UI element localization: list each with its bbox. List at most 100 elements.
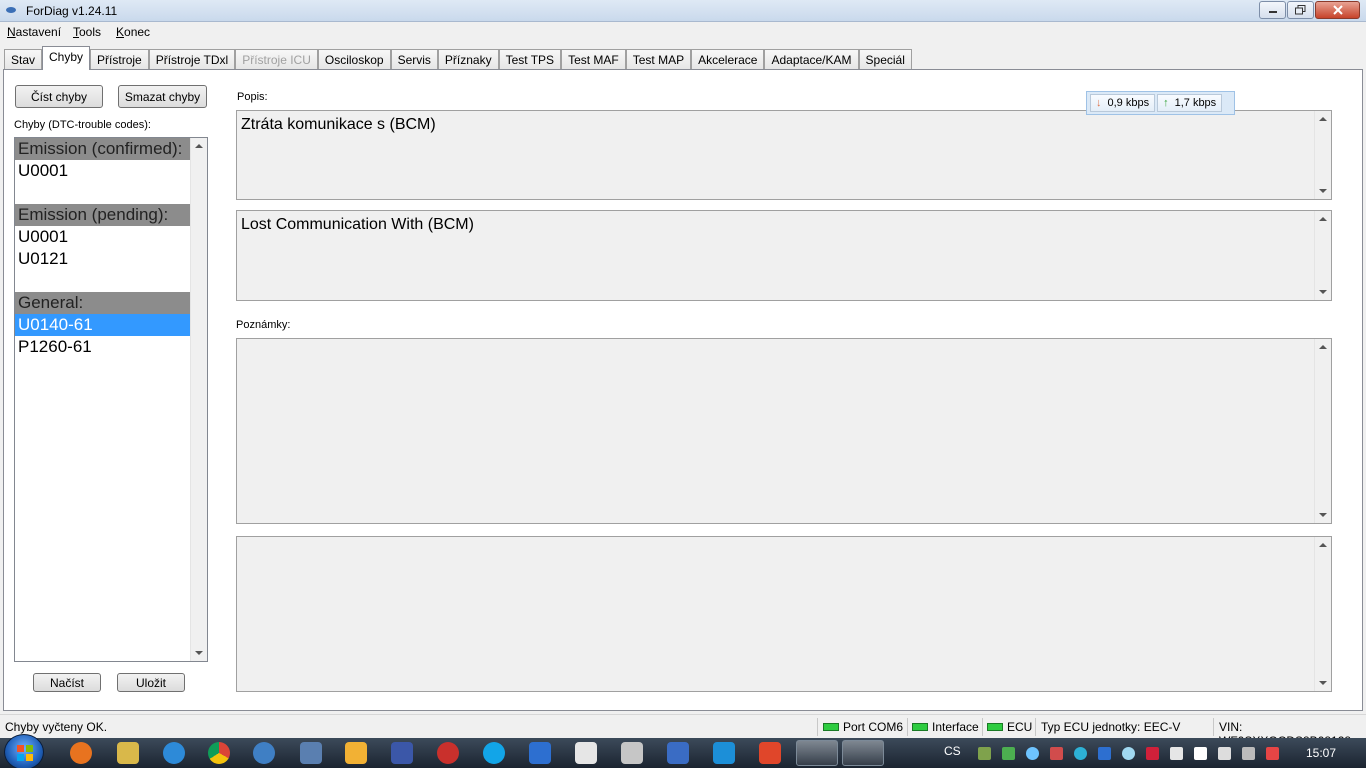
tab-akcelerace[interactable]: Akcelerace <box>691 49 765 70</box>
scroll-down-icon[interactable] <box>195 651 203 655</box>
menu-label: astavení <box>15 25 62 39</box>
tab-test-tps[interactable]: Test TPS <box>498 49 562 70</box>
battery-icon[interactable] <box>1218 747 1231 760</box>
description-czech-box[interactable]: Ztráta komunikace s (BCM) <box>236 110 1332 200</box>
tray-app-icon[interactable] <box>1170 747 1183 760</box>
wifi-icon[interactable] <box>1026 747 1039 760</box>
tab-strip: Stav Chyby Přístroje Přístroje TDxl Přís… <box>4 46 912 70</box>
interface-led-icon <box>912 723 928 731</box>
internet-explorer-icon[interactable] <box>163 742 185 764</box>
clock[interactable]: 15:07 <box>1306 746 1336 760</box>
dtc-code-item[interactable]: U0001 <box>15 160 190 182</box>
restore-button[interactable] <box>1287 1 1314 19</box>
notes-scrollbar[interactable] <box>1314 339 1331 523</box>
app-pin-icon[interactable] <box>253 742 275 764</box>
save-disk-icon[interactable] <box>391 742 413 764</box>
tab-pristroje-tdxl[interactable]: Přístroje TDxl <box>148 49 236 70</box>
save-button[interactable]: Uložit <box>117 673 185 692</box>
scroll-down-icon[interactable] <box>1319 681 1327 685</box>
extra-notes-scrollbar[interactable] <box>1314 537 1331 691</box>
scroll-down-icon[interactable] <box>1319 189 1327 193</box>
menu-konec[interactable]: Konec <box>116 25 150 39</box>
description-english-scrollbar[interactable] <box>1314 211 1331 300</box>
tray-app-icon[interactable] <box>1002 747 1015 760</box>
download-arrow-icon: ↓ <box>1096 97 1102 109</box>
chrome-icon[interactable] <box>208 742 230 764</box>
window-controls <box>1258 1 1360 19</box>
menu-accelerator: K <box>116 25 125 39</box>
tray-app-icon[interactable] <box>978 747 991 760</box>
firefox-icon[interactable] <box>70 742 92 764</box>
dtc-code-item[interactable]: P1260-61 <box>15 336 190 358</box>
upload-arrow-icon: ↑ <box>1163 97 1169 109</box>
scroll-up-icon[interactable] <box>1319 117 1327 121</box>
volume-muted-icon[interactable] <box>1266 747 1279 760</box>
scroll-up-icon[interactable] <box>1319 345 1327 349</box>
app-pin-icon[interactable] <box>759 742 781 764</box>
tab-stav[interactable]: Stav <box>4 49 43 70</box>
language-indicator[interactable]: CS <box>944 744 961 758</box>
load-button[interactable]: Načíst <box>33 673 101 692</box>
tab-test-map[interactable]: Test MAP <box>625 49 692 70</box>
app-pin-icon[interactable] <box>437 742 459 764</box>
menu-label: onec <box>124 25 151 39</box>
dtc-list-scrollbar[interactable] <box>190 138 207 661</box>
tab-priznaky[interactable]: Příznaky <box>437 49 499 70</box>
dtc-spacer <box>15 270 190 292</box>
minimize-button[interactable] <box>1259 1 1286 19</box>
close-button[interactable] <box>1315 1 1360 19</box>
description-czech-scrollbar[interactable] <box>1314 111 1331 199</box>
scroll-down-icon[interactable] <box>1319 290 1327 294</box>
description-label: Popis: <box>237 91 268 103</box>
app-pin-icon[interactable] <box>117 742 139 764</box>
dtc-list[interactable]: Emission (confirmed): U0001 Emission (pend… <box>14 137 208 662</box>
action-center-flag-icon[interactable] <box>1194 747 1207 760</box>
app-pin-icon[interactable] <box>300 742 322 764</box>
dtc-code-item[interactable]: U0140-61 <box>15 314 190 336</box>
port-indicator: Port COM6 <box>823 720 903 734</box>
status-separator <box>1035 718 1036 736</box>
download-speed: ↓ 0,9 kbps <box>1090 94 1156 112</box>
tab-adaptace-kam[interactable]: Adaptace/KAM <box>764 49 859 70</box>
tab-pristroje[interactable]: Přístroje <box>90 49 149 70</box>
app-pin-icon[interactable] <box>713 742 735 764</box>
menu-tools[interactable]: Tools <box>73 25 101 39</box>
scroll-up-icon[interactable] <box>1319 543 1327 547</box>
start-button[interactable] <box>4 734 44 768</box>
extra-notes-box[interactable] <box>236 536 1332 692</box>
upload-speed-value: 1,7 kbps <box>1174 97 1217 109</box>
tab-chyby[interactable]: Chyby <box>42 46 91 70</box>
signal-icon[interactable] <box>1242 747 1255 760</box>
app-pin-icon[interactable] <box>621 742 643 764</box>
menu-nastaveni[interactable]: Nastavení <box>7 25 61 39</box>
scroll-up-icon[interactable] <box>195 144 203 148</box>
dtc-code-item[interactable]: U0121 <box>15 248 190 270</box>
tray-app-icon[interactable] <box>1146 747 1159 760</box>
taskbar-fordiag-button[interactable] <box>796 740 838 766</box>
taskbar: CS 15:07 <box>0 734 1366 768</box>
tab-osciloskop[interactable]: Osciloskop <box>317 49 391 70</box>
description-english-text: Lost Communication With (BCM) <box>241 216 474 233</box>
scroll-up-icon[interactable] <box>1319 217 1327 221</box>
app-icon <box>6 7 16 13</box>
notes-box[interactable] <box>236 338 1332 524</box>
tab-special[interactable]: Speciál <box>858 49 912 70</box>
description-english-box[interactable]: Lost Communication With (BCM) <box>236 210 1332 301</box>
clear-errors-button[interactable]: Smazat chyby <box>118 85 207 108</box>
scroll-down-icon[interactable] <box>1319 513 1327 517</box>
tray-app-icon[interactable] <box>1050 747 1063 760</box>
taskbar-app-button[interactable] <box>842 740 884 766</box>
app-pin-icon[interactable] <box>529 742 551 764</box>
read-errors-button[interactable]: Číst chyby <box>15 85 103 108</box>
bluetooth-icon[interactable] <box>1098 747 1111 760</box>
tray-app-icon[interactable] <box>1074 747 1087 760</box>
tab-servis[interactable]: Servis <box>390 49 438 70</box>
status-separator <box>817 718 818 736</box>
tab-test-maf[interactable]: Test MAF <box>561 49 626 70</box>
app-pin-icon[interactable] <box>575 742 597 764</box>
tray-app-icon[interactable] <box>1122 747 1135 760</box>
skype-icon[interactable] <box>483 742 505 764</box>
media-player-icon[interactable] <box>345 742 367 764</box>
dtc-code-item[interactable]: U0001 <box>15 226 190 248</box>
app-pin-icon[interactable] <box>667 742 689 764</box>
